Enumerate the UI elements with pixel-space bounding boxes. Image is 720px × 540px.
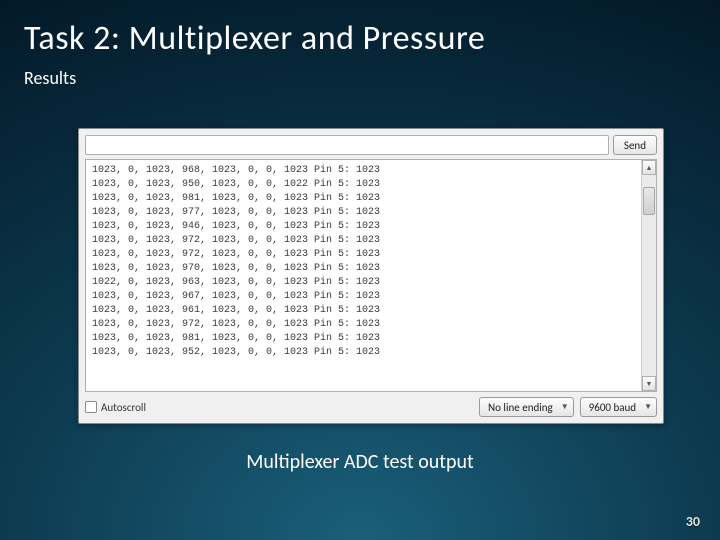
chevron-down-icon: ▼ [644, 402, 652, 412]
vertical-scrollbar[interactable]: ▲ ▼ [641, 160, 656, 391]
serial-input[interactable] [85, 135, 609, 155]
chevron-down-icon: ▼ [561, 402, 569, 412]
baud-rate-selected: 9600 baud [589, 401, 636, 414]
scroll-thumb[interactable] [643, 187, 655, 215]
autoscroll-checkbox-group[interactable]: Autoscroll [85, 401, 473, 414]
baud-rate-dropdown[interactable]: 9600 baud ▼ [580, 397, 657, 417]
send-button[interactable]: Send [613, 135, 657, 155]
line-ending-dropdown[interactable]: No line ending ▼ [479, 397, 574, 417]
serial-top-bar: Send [79, 129, 663, 159]
autoscroll-label: Autoscroll [101, 401, 146, 414]
autoscroll-checkbox[interactable] [85, 401, 97, 413]
figure-caption: Multiplexer ADC test output [0, 450, 720, 474]
scroll-up-button[interactable]: ▲ [642, 160, 656, 175]
slide-subtitle: Results [0, 67, 720, 89]
serial-output-text: 1023, 0, 1023, 968, 1023, 0, 0, 1023 Pin… [86, 160, 641, 391]
slide-title: Task 2: Multiplexer and Pressure [0, 0, 720, 67]
scroll-track[interactable] [642, 175, 656, 376]
serial-output-area: 1023, 0, 1023, 968, 1023, 0, 0, 1023 Pin… [85, 159, 657, 392]
line-ending-selected: No line ending [488, 401, 553, 414]
serial-bottom-bar: Autoscroll No line ending ▼ 9600 baud ▼ [79, 392, 663, 423]
page-number: 30 [686, 513, 700, 530]
scroll-down-button[interactable]: ▼ [642, 376, 656, 391]
serial-monitor-window: Send 1023, 0, 1023, 968, 1023, 0, 0, 102… [78, 128, 664, 424]
